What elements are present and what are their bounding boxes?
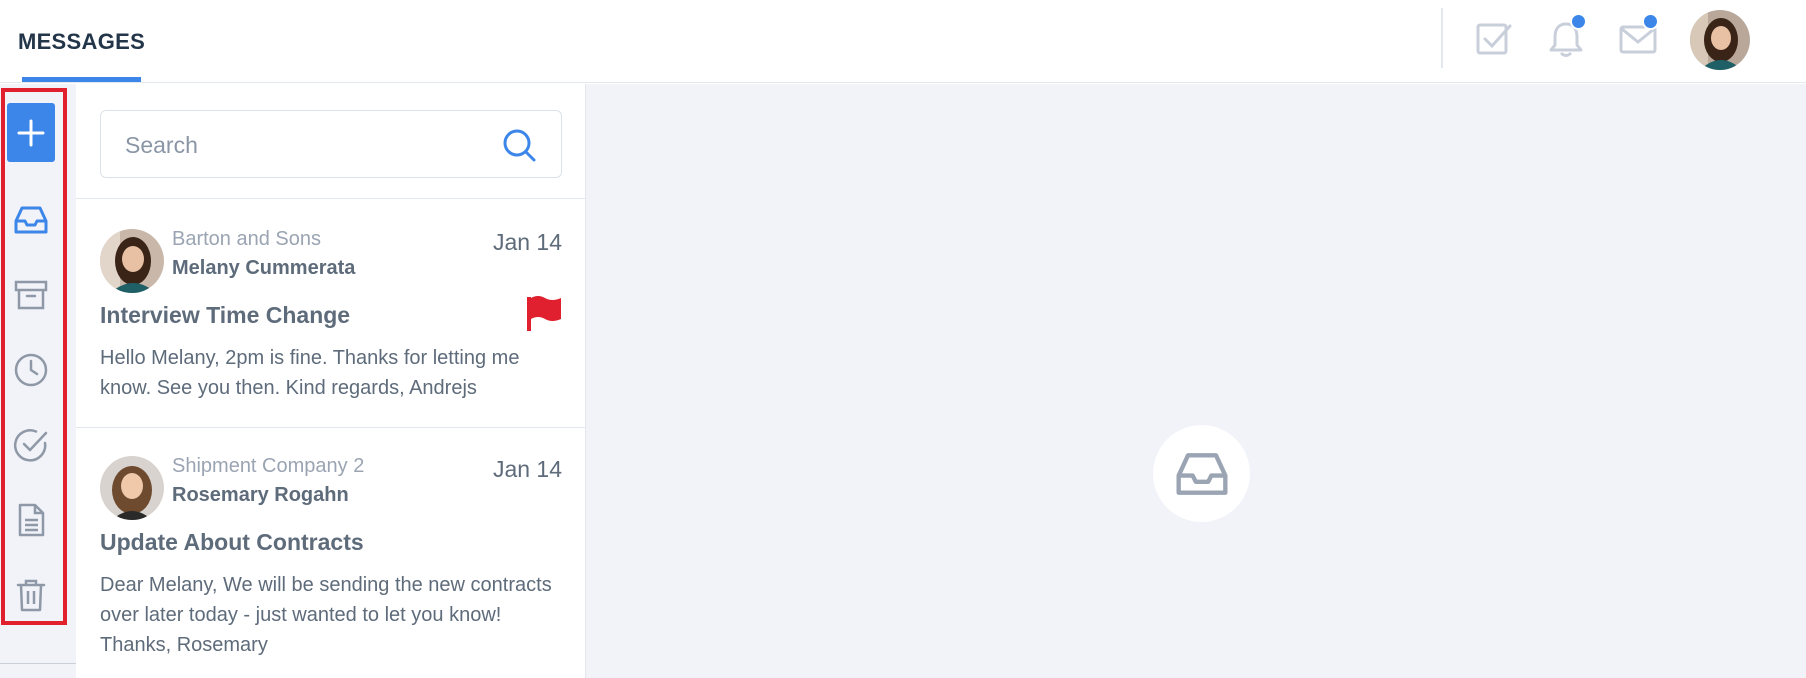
message-subject: Update About Contracts xyxy=(100,529,364,555)
message-sender: Melany Cummerata xyxy=(172,257,356,279)
notifications-button[interactable] xyxy=(1545,13,1587,60)
tab-messages[interactable]: MESSAGES xyxy=(18,0,145,83)
flag-icon[interactable] xyxy=(525,293,565,333)
user-avatar[interactable] xyxy=(1690,10,1750,70)
inbox-icon xyxy=(1175,452,1228,495)
search-icon[interactable] xyxy=(501,127,537,163)
tab-active-indicator xyxy=(22,77,141,82)
message-detail-pane xyxy=(586,84,1806,678)
checkbox-icon xyxy=(1476,23,1512,55)
sidebar-highlight-box xyxy=(1,88,67,625)
message-date: Jan 14 xyxy=(492,229,562,255)
search-input[interactable] xyxy=(125,129,485,161)
tasks-button[interactable] xyxy=(1473,18,1515,60)
mail-badge xyxy=(1642,13,1659,30)
mail-button[interactable] xyxy=(1617,13,1659,60)
message-company: Shipment Company 2 xyxy=(172,455,365,477)
empty-state xyxy=(1153,425,1250,522)
notification-badge xyxy=(1570,13,1587,30)
list-item[interactable]: Barton and Sons Melany Cummerata Jan 14 … xyxy=(76,199,586,427)
message-subject: Interview Time Change xyxy=(100,302,351,328)
rail-divider xyxy=(0,663,76,664)
message-sender: Rosemary Rogahn xyxy=(172,484,349,506)
avatar xyxy=(100,456,164,520)
top-bar: MESSAGES xyxy=(0,0,1806,83)
avatar xyxy=(100,229,164,293)
search-box xyxy=(100,110,562,178)
header-divider xyxy=(1441,8,1443,68)
message-list: Barton and Sons Melany Cummerata Jan 14 … xyxy=(76,84,586,678)
message-preview: Dear Melany, We will be sending the new … xyxy=(100,574,552,656)
message-date: Jan 14 xyxy=(492,456,562,482)
message-company: Barton and Sons xyxy=(172,228,321,250)
list-item[interactable]: Shipment Company 2 Rosemary Rogahn Jan 1… xyxy=(76,428,586,678)
message-preview: Hello Melany, 2pm is fine. Thanks for le… xyxy=(100,347,520,399)
